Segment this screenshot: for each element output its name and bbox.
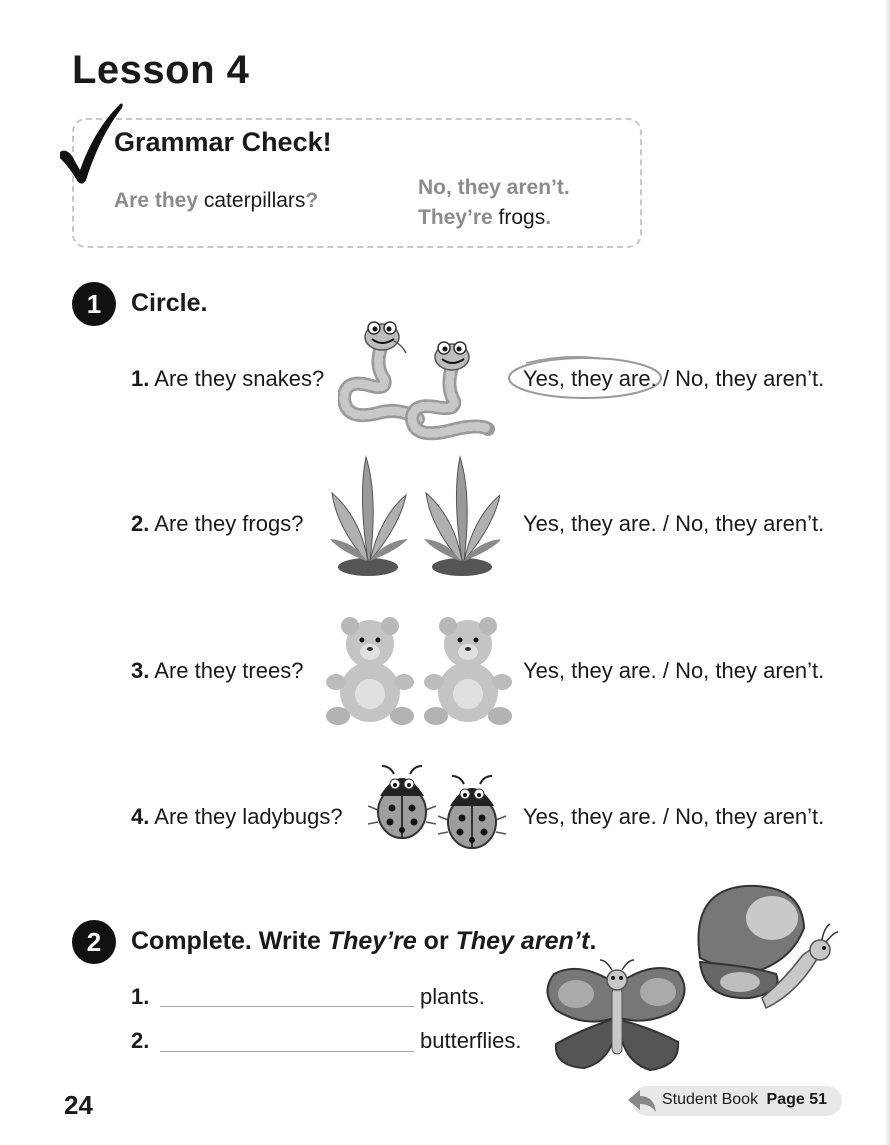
question-1: 1. Are they snakes? [131,366,324,392]
question-4: 4. Are they ladybugs? [131,804,343,830]
ladybugs-picture [368,765,507,849]
answer-yes[interactable]: Yes, they are. [523,366,657,391]
title-emphasis-1: They’re [327,927,417,955]
student-book-text: Student Book Page 51 [662,1091,827,1109]
answer-yes[interactable]: Yes, they are. [523,511,657,536]
answer-choices-2: Yes, they are. / No, they aren’t. [523,511,824,537]
answer-choices-4: Yes, they are. / No, they aren’t. [523,804,824,830]
answer-yes[interactable]: Yes, they are. [523,804,657,829]
grammar-check-question: Are they caterpillars? [114,189,318,213]
section2-number-badge: 2 [72,920,116,964]
grammar-check-answer-line2: They’re frogs. [418,206,551,230]
item-number: 1. [131,984,150,1009]
title-start: Complete. Write [131,927,328,955]
question-text: Are they ladybugs? [154,804,343,829]
page-reference: Page 51 [766,1091,828,1108]
page-edge-shadow [884,0,890,1145]
question-text: Are they trees? [154,658,304,683]
question-prefix: Are they [114,189,199,212]
answer-blank-2[interactable] [160,1051,414,1052]
item-number: 2. [131,1028,150,1053]
grammar-check-title: Grammar Check! [114,127,332,157]
snakes-picture [338,321,495,441]
fill-item-2-word: butterflies. [420,1028,522,1053]
answer-period: . [545,206,552,229]
answer-separator: / [656,804,676,829]
question-2: 2. Are they frogs? [131,511,303,537]
fill-item-2: 2. [131,1028,149,1054]
section1-title: Circle. [131,289,208,317]
answer-no[interactable]: No, they aren’t. [675,804,824,829]
teddy-bears-picture [326,617,512,725]
answer-no[interactable]: No, they aren’t. [675,511,824,536]
question-mark: ? [305,189,319,212]
answer-prefix: They’re [418,206,493,229]
grammar-check-answer-line1: No, they aren’t. [418,176,570,199]
answer-blank-1[interactable] [160,1006,414,1007]
page-number: 24 [64,1090,93,1120]
answer-choices-3: Yes, they are. / No, they aren’t. [523,658,824,684]
question-noun: caterpillars [203,189,306,212]
question-number: 2. [131,511,150,536]
return-arrow-icon [628,1090,656,1112]
answer-yes[interactable]: Yes, they are. [523,658,657,683]
question-number: 4. [131,804,150,829]
answer-choices-1: Yes, they are. / No, they aren’t. [523,366,824,392]
answer-separator: / [656,366,676,391]
answer-separator: / [656,511,676,536]
question-number: 3. [131,658,150,683]
section2-title: Complete. Write They’re or They aren’t. [131,927,596,956]
question-3: 3. Are they trees? [131,658,303,684]
answer-noun: frogs [498,206,546,229]
student-book-label: Student Book [662,1091,759,1108]
answer-no[interactable]: No, they aren’t. [675,366,824,391]
title-middle: or [416,927,456,955]
fill-item-1-word: plants. [420,984,485,1009]
question-number: 1. [131,366,150,391]
fill-item-1: 1. [131,984,149,1010]
section1-number-badge: 1 [72,282,116,326]
question-text: Are they snakes? [154,366,325,391]
answer-no[interactable]: No, they aren’t. [675,658,824,683]
answer-separator: / [656,658,676,683]
question-text: Are they frogs? [154,511,304,536]
plants-picture [330,455,500,576]
lesson-title: Lesson 4 [72,48,250,92]
butterflies-picture [546,884,839,1072]
